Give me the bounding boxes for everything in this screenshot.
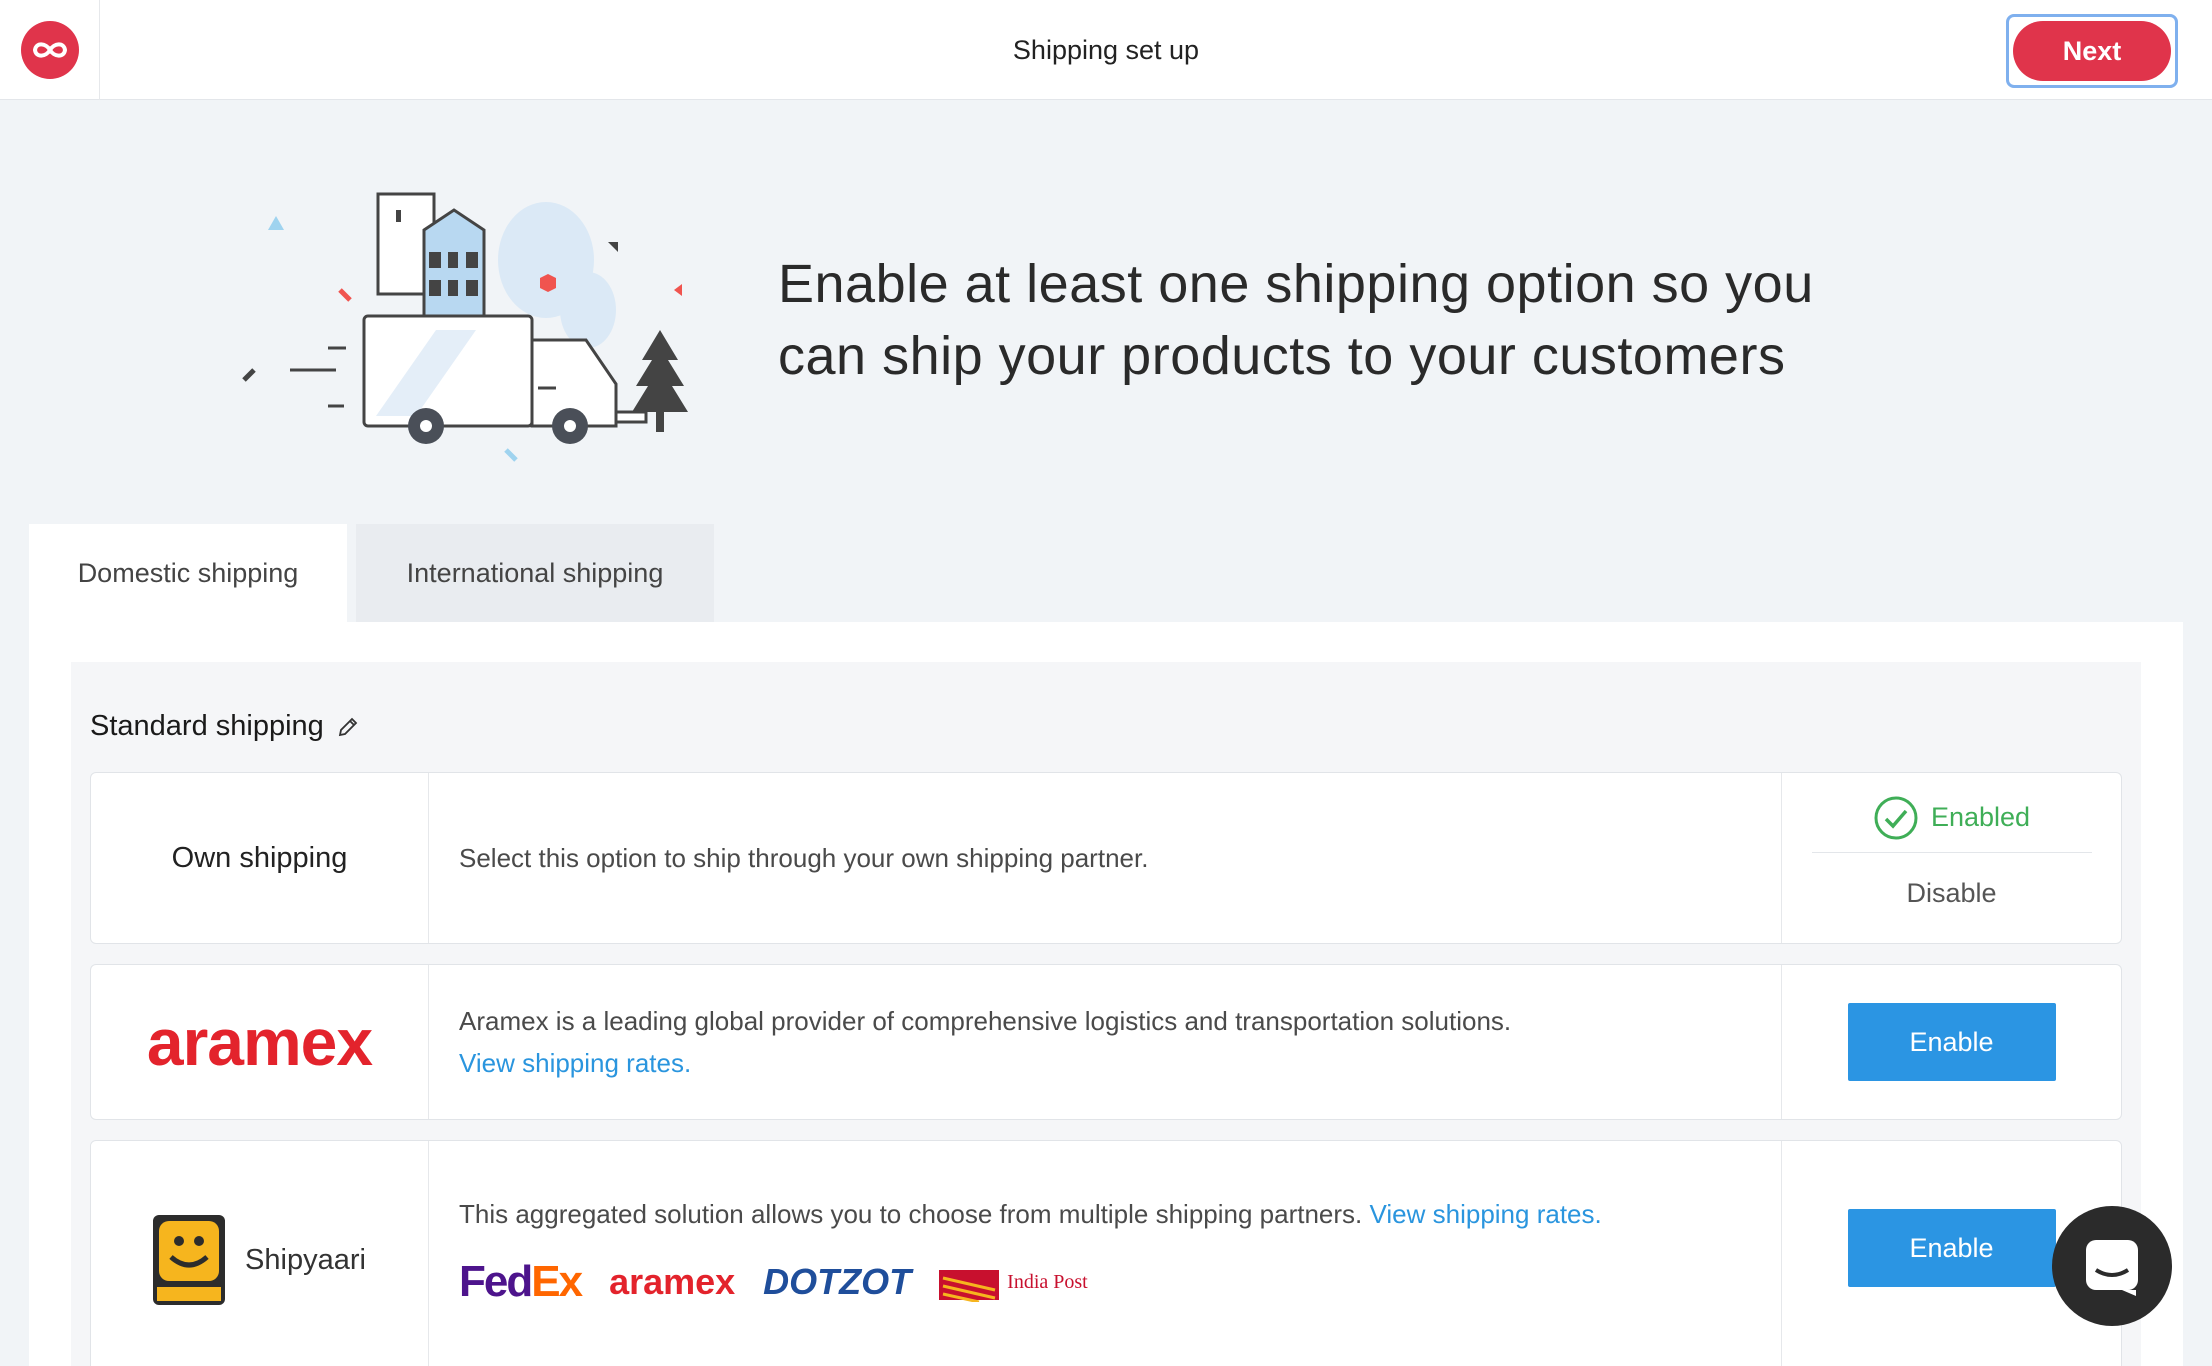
logo-cell [0, 0, 100, 100]
shipping-truck-illustration-icon [242, 192, 688, 462]
india-post-logo: India Post [939, 1261, 1088, 1303]
aramex-action-cell: Enable [1781, 965, 2121, 1119]
section-title-label: Standard shipping [90, 710, 324, 742]
hero-line-2: can ship your products to your customers [778, 326, 1786, 386]
shipyaari-description-cell: This aggregated solution allows you to c… [429, 1141, 1781, 1366]
tab-domestic-shipping[interactable]: Domestic shipping [29, 524, 347, 622]
shipyaari-logo-cell: Shipyaari [91, 1141, 429, 1366]
hero-line-1: Enable at least one shipping option so y… [778, 254, 1814, 314]
own-shipping-action-cell: Enabled Disable [1781, 773, 2121, 943]
own-shipping-name: Own shipping [171, 841, 348, 874]
partner-logos: FedEx aramex DOTZOT India Post [459, 1257, 1781, 1306]
aramex-view-rates-link[interactable]: View shipping rates. [459, 1042, 1781, 1084]
own-shipping-name-cell: Own shipping [91, 773, 429, 943]
own-shipping-description: Select this option to ship through your … [459, 843, 1149, 873]
india-post-emblem-icon [939, 1270, 1000, 1302]
infinity-logo-icon[interactable] [20, 21, 79, 79]
chat-icon [2086, 1240, 2138, 1296]
enabled-label: Enabled [1930, 802, 2031, 832]
disable-button[interactable]: Disable [1906, 853, 1996, 933]
aramex-logo: aramex [146, 1005, 373, 1079]
own-shipping-status: Enabled Disable [1811, 783, 2092, 933]
india-post-label: India Post [1007, 1271, 1088, 1293]
enabled-status: Enabled [1811, 783, 2092, 853]
chat-launcher-button[interactable] [2052, 1206, 2172, 1326]
aramex-enable-button[interactable]: Enable [1847, 1003, 2056, 1081]
aramex-logo-cell: aramex [91, 965, 429, 1119]
hero-heading: Enable at least one shipping option so y… [778, 248, 1878, 392]
shipping-panel: Standard shipping Own shipping Select th… [29, 622, 2183, 1366]
dotzot-logo: DOTZOT [763, 1261, 912, 1302]
aramex-card: aramex Aramex is a leading global provid… [90, 964, 2122, 1120]
shipyaari-description-line: This aggregated solution allows you to c… [459, 1193, 1781, 1235]
top-bar: Shipping set up Next [0, 0, 2212, 100]
shipyaari-description: This aggregated solution allows you to c… [459, 1199, 1363, 1229]
own-shipping-card: Own shipping Select this option to ship … [90, 772, 2122, 944]
next-button-focus-ring: Next [2006, 14, 2178, 88]
own-shipping-description-cell: Select this option to ship through your … [429, 773, 1781, 943]
page-title: Shipping set up [1012, 35, 1200, 65]
fedex-logo: FedEx [459, 1257, 583, 1306]
shipyaari-logo-icon [153, 1215, 226, 1305]
aramex-description-cell: Aramex is a leading global provider of c… [429, 965, 1781, 1119]
aramex-description: Aramex is a leading global provider of c… [459, 1006, 1512, 1036]
shipyaari-card: Shipyaari This aggregated solution allow… [90, 1140, 2122, 1366]
aramex-partner-logo: aramex [609, 1261, 736, 1302]
section-title: Standard shipping [90, 710, 360, 743]
standard-shipping-section: Standard shipping Own shipping Select th… [71, 662, 2141, 1366]
edit-pencil-icon[interactable] [336, 715, 360, 739]
shipyaari-brand: Shipyaari [153, 1215, 366, 1305]
shipyaari-view-rates-link[interactable]: View shipping rates. [1370, 1199, 1602, 1229]
shipyaari-name: Shipyaari [245, 1243, 366, 1276]
check-circle-icon [1874, 796, 1918, 839]
tab-international-shipping[interactable]: International shipping [356, 524, 714, 622]
next-button[interactable]: Next [2013, 21, 2171, 81]
shipyaari-enable-button[interactable]: Enable [1847, 1209, 2056, 1287]
